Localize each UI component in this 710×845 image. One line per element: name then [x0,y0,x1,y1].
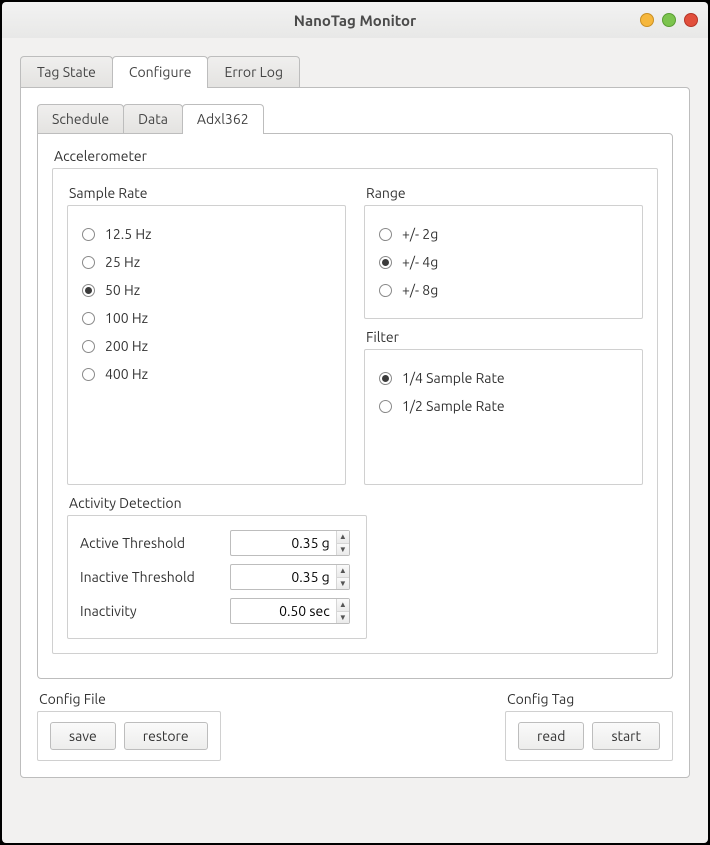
radio-label: +/- 4g [402,254,438,270]
config-tag-buttonbox: read start [505,711,673,761]
sample-rate-25[interactable]: 25 Hz [82,248,331,276]
radio-icon [82,284,95,297]
inactive-threshold-input[interactable] [231,565,336,589]
close-icon[interactable] [684,13,698,27]
inactivity-spinbox[interactable]: ▲ ▼ [230,598,350,624]
sample-rate-group: 12.5 Hz 25 Hz 50 Hz [67,205,346,485]
radio-label: 12.5 Hz [105,226,152,242]
inactive-threshold-row: Inactive Threshold ▲ ▼ [80,560,354,594]
sample-rate-50[interactable]: 50 Hz [82,276,331,304]
active-threshold-input[interactable] [231,531,336,555]
start-button[interactable]: start [592,722,660,750]
radio-label: 400 Hz [105,366,148,382]
tab-configure[interactable]: Configure [112,56,209,88]
bottom-row: Config File save restore Config Tag read… [37,689,673,761]
radio-label: 200 Hz [105,338,148,354]
tab-adxl362[interactable]: Adxl362 [182,104,264,134]
filter-group: 1/4 Sample Rate 1/2 Sample Rate [364,349,643,485]
read-button[interactable]: read [518,722,584,750]
inactivity-row: Inactivity ▲ ▼ [80,594,354,628]
radio-icon [379,372,392,385]
range-8g[interactable]: +/- 8g [379,276,628,304]
tab-data[interactable]: Data [123,104,183,133]
spin-buttons: ▲ ▼ [336,599,349,623]
adxl362-panel: Accelerometer Sample Rate 12.5 Hz [37,133,673,679]
tab-schedule[interactable]: Schedule [37,104,124,133]
sample-rate-100[interactable]: 100 Hz [82,304,331,332]
spin-up-icon[interactable]: ▲ [337,599,349,612]
config-file-buttonbox: save restore [37,711,221,761]
inactivity-input[interactable] [231,599,336,623]
accelerometer-title: Accelerometer [54,148,658,164]
spin-down-icon[interactable]: ▼ [337,578,349,590]
radio-icon [82,340,95,353]
range-2g[interactable]: +/- 2g [379,220,628,248]
spin-buttons: ▲ ▼ [336,531,349,555]
radio-icon [82,312,95,325]
window-title: NanoTag Monitor [2,12,708,29]
active-threshold-spinbox[interactable]: ▲ ▼ [230,530,350,556]
sample-rate-title: Sample Rate [69,185,346,201]
accelerometer-fieldset: Sample Rate 12.5 Hz 25 Hz [52,168,658,654]
minimize-icon[interactable] [640,13,654,27]
sample-rate-400[interactable]: 400 Hz [82,360,331,388]
inner-tabs: Schedule Data Adxl362 [37,104,673,133]
radio-label: +/- 8g [402,282,438,298]
radio-icon [379,284,392,297]
spin-buttons: ▲ ▼ [336,565,349,589]
spin-down-icon[interactable]: ▼ [337,544,349,556]
inactive-threshold-spinbox[interactable]: ▲ ▼ [230,564,350,590]
filter-title: Filter [366,329,643,345]
radio-icon [379,400,392,413]
radio-icon [82,256,95,269]
primary-tabs: Tag State Configure Error Log [20,56,690,87]
radio-label: +/- 2g [402,226,438,242]
save-button[interactable]: save [50,722,116,750]
activity-detection-group: Active Threshold ▲ ▼ Inactive Threshold [67,515,367,639]
range-group: +/- 2g +/- 4g +/- 8g [364,205,643,319]
config-file-title: Config File [39,691,221,707]
sample-rate-200[interactable]: 200 Hz [82,332,331,360]
spin-down-icon[interactable]: ▼ [337,612,349,624]
app-window: NanoTag Monitor Tag State Configure Erro… [0,0,710,845]
config-tag-group: Config Tag read start [505,689,673,761]
radio-label: 25 Hz [105,254,140,270]
active-threshold-label: Active Threshold [80,535,220,551]
maximize-icon[interactable] [662,13,676,27]
titlebar: NanoTag Monitor [0,0,710,38]
window-controls [640,13,698,27]
sample-rate-12-5[interactable]: 12.5 Hz [82,220,331,248]
configure-panel: Schedule Data Adxl362 Accelerometer Samp… [20,87,690,778]
filter-half[interactable]: 1/2 Sample Rate [379,392,628,420]
radio-icon [82,228,95,241]
radio-label: 1/4 Sample Rate [402,370,505,386]
inactivity-label: Inactivity [80,603,220,619]
radio-icon [82,368,95,381]
activity-title: Activity Detection [69,495,643,511]
radio-label: 1/2 Sample Rate [402,398,505,414]
config-tag-title: Config Tag [507,691,673,707]
inactive-threshold-label: Inactive Threshold [80,569,220,585]
tab-tag-state[interactable]: Tag State [20,56,113,87]
radio-label: 100 Hz [105,310,148,326]
radio-label: 50 Hz [105,282,140,298]
range-filter-col: Range +/- 2g +/- 4g [364,181,643,485]
sample-rate-col: Sample Rate 12.5 Hz 25 Hz [67,181,346,485]
window-body: Tag State Configure Error Log Schedule D… [0,38,710,845]
range-4g[interactable]: +/- 4g [379,248,628,276]
spin-up-icon[interactable]: ▲ [337,531,349,544]
active-threshold-row: Active Threshold ▲ ▼ [80,526,354,560]
config-file-group: Config File save restore [37,689,221,761]
accel-two-col: Sample Rate 12.5 Hz 25 Hz [67,181,643,485]
spin-up-icon[interactable]: ▲ [337,565,349,578]
tab-error-log[interactable]: Error Log [207,56,300,87]
radio-icon [379,228,392,241]
range-title: Range [366,185,643,201]
filter-quarter[interactable]: 1/4 Sample Rate [379,364,628,392]
radio-icon [379,256,392,269]
restore-button[interactable]: restore [124,722,208,750]
